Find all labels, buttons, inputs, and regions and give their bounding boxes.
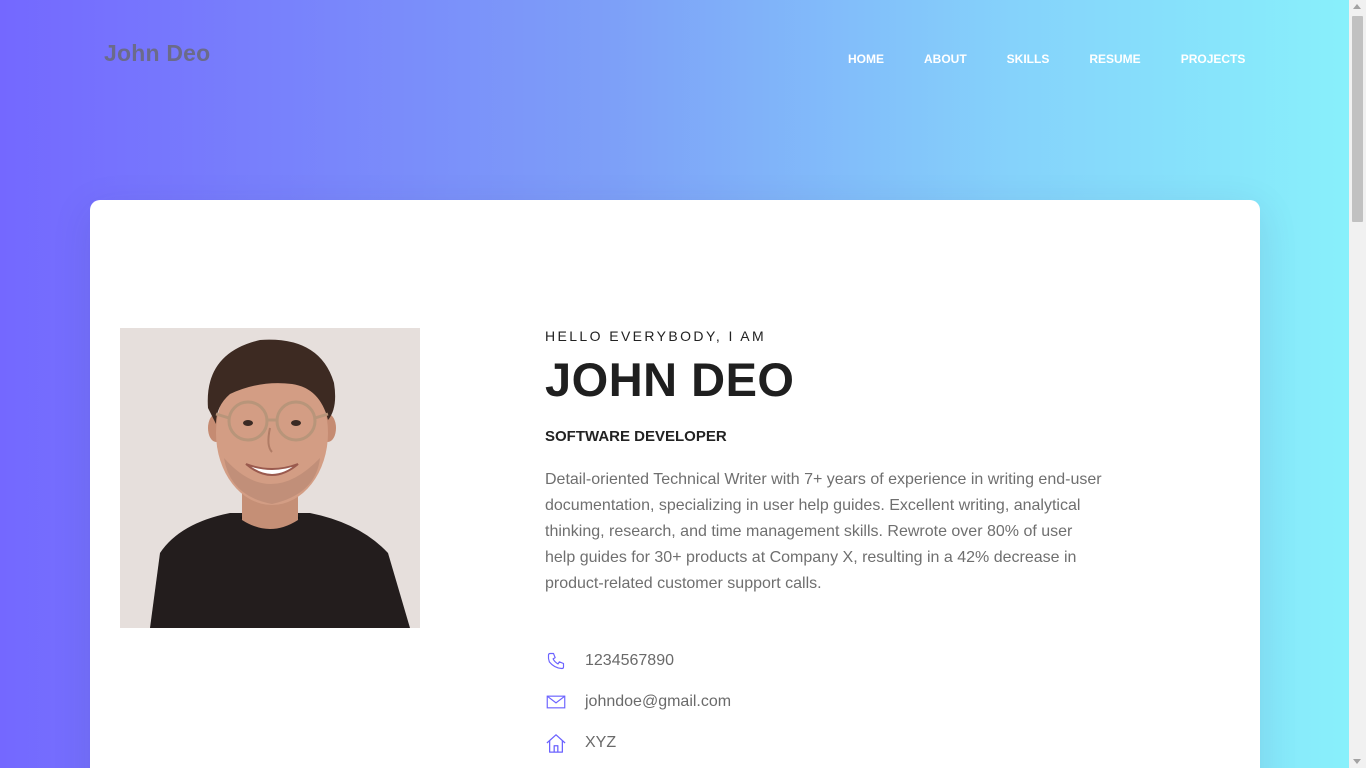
home-icon	[545, 732, 567, 754]
greeting-text: HELLO EVERYBODY, I AM	[545, 328, 767, 344]
nav-projects[interactable]: PROJECTS	[1181, 52, 1246, 66]
email-address[interactable]: johndoe@gmail.com	[585, 693, 731, 711]
nav-skills[interactable]: SKILLS	[1007, 52, 1050, 66]
contact-email: johndoe@gmail.com	[545, 682, 1105, 723]
nav-about[interactable]: ABOUT	[924, 52, 967, 66]
phone-icon	[545, 650, 567, 672]
hero-name: JOHN DEO	[545, 353, 795, 406]
scroll-up-arrow-icon[interactable]	[1353, 4, 1361, 9]
nav-home[interactable]: HOME	[848, 52, 884, 66]
intro-section: HELLO EVERYBODY, I AM JOHN DEO SOFTWARE …	[545, 328, 1105, 764]
brand-logo[interactable]: John Deo	[104, 40, 210, 67]
scroll-thumb[interactable]	[1352, 16, 1363, 222]
contact-list: 1234567890 johndoe@gmail.com XYZ	[545, 641, 1105, 764]
nav-resume[interactable]: RESUME	[1089, 52, 1140, 66]
phone-number[interactable]: 1234567890	[585, 652, 674, 670]
vertical-scrollbar[interactable]	[1349, 0, 1366, 768]
job-title: SOFTWARE DEVELOPER	[545, 427, 727, 445]
page-background: John Deo HOME ABOUT SKILLS RESUME PROJEC…	[0, 0, 1349, 768]
main-nav: HOME ABOUT SKILLS RESUME PROJECTS	[848, 52, 1285, 66]
contact-phone: 1234567890	[545, 641, 1105, 682]
contact-address: XYZ	[545, 723, 1105, 764]
scroll-down-arrow-icon[interactable]	[1353, 759, 1361, 764]
address-text: XYZ	[585, 734, 617, 752]
mail-icon	[545, 691, 567, 713]
profile-card: HELLO EVERYBODY, I AM JOHN DEO SOFTWARE …	[90, 200, 1260, 768]
bio-paragraph: Detail-oriented Technical Writer with 7+…	[545, 470, 1102, 592]
profile-photo	[120, 328, 420, 628]
